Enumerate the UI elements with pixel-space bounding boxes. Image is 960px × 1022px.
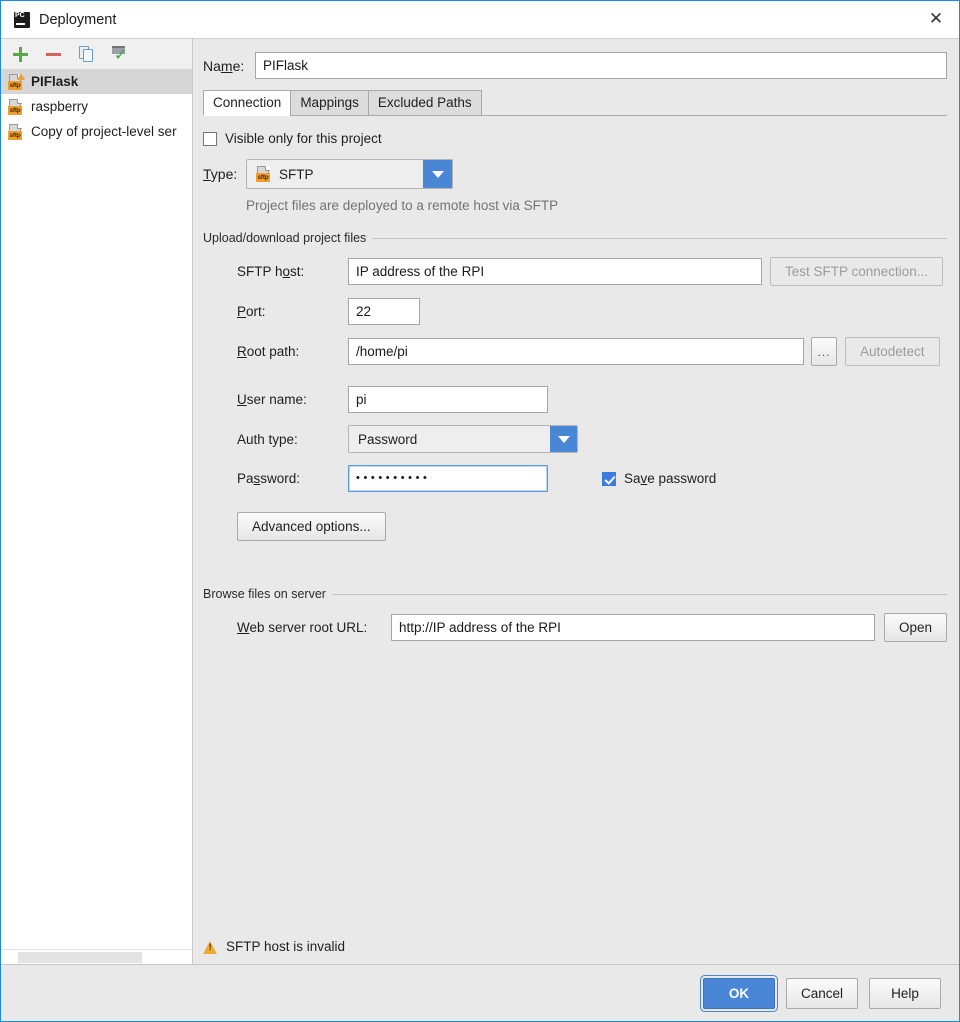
chevron-down-icon	[550, 426, 577, 452]
sftp-icon: sftp	[256, 166, 272, 182]
save-password-checkbox[interactable]	[602, 472, 616, 486]
group-title-text: Upload/download project files	[203, 231, 366, 245]
group-title-text: Browse files on server	[203, 587, 326, 601]
deployment-dialog: Deployment ✕ ✓	[0, 0, 960, 1022]
validation-text: SFTP host is invalid	[226, 939, 345, 954]
dialog-footer: OK Cancel Help	[1, 964, 959, 1021]
test-sftp-connection-button[interactable]: Test SFTP connection...	[770, 257, 943, 286]
green-check-icon: ✓	[111, 46, 128, 62]
password-label: Password:	[237, 471, 348, 486]
dialog-body: ✓ sftp PIFlask sftp ra	[1, 39, 959, 964]
sidebar-toolbar: ✓	[1, 39, 192, 69]
connection-tab-content: Visible only for this project Type: sftp…	[193, 116, 959, 964]
list-item-label: PIFlask	[31, 74, 78, 89]
auth-type-select[interactable]: Password	[348, 425, 578, 453]
browse-files-group: Browse files on server Web server root U…	[203, 587, 947, 642]
type-label: Type:	[203, 166, 246, 182]
sftp-host-label: SFTP host:	[237, 264, 348, 279]
close-icon: ✕	[929, 11, 943, 28]
browse-files-group-title: Browse files on server	[203, 587, 947, 601]
password-row: Password: •••••••••• Save password	[203, 465, 947, 492]
autodetect-button[interactable]: Autodetect	[845, 337, 940, 366]
name-input[interactable]: PIFlask	[255, 52, 947, 79]
window-title: Deployment	[39, 12, 116, 28]
set-default-button[interactable]: ✓	[107, 42, 132, 66]
copy-icon	[79, 46, 95, 62]
port-label: Port:	[237, 304, 348, 319]
visible-only-checkbox[interactable]	[203, 132, 217, 146]
scrollbar-thumb[interactable]	[18, 952, 142, 963]
group-divider	[332, 594, 947, 595]
user-name-row: User name: pi	[203, 386, 947, 413]
remove-server-button[interactable]	[41, 42, 66, 66]
sftp-server-icon: sftp	[8, 124, 24, 140]
tab-connection[interactable]: Connection	[203, 90, 290, 116]
ok-button[interactable]: OK	[703, 978, 775, 1009]
close-button[interactable]: ✕	[913, 1, 959, 37]
server-list-sidebar: ✓ sftp PIFlask sftp ra	[1, 39, 193, 964]
visible-only-label: Visible only for this project	[225, 131, 382, 146]
type-row: Type: sftp SFTP	[203, 159, 947, 189]
sftp-host-row: SFTP host: IP address of the RPI Test SF…	[203, 257, 947, 286]
list-item[interactable]: sftp PIFlask	[1, 69, 192, 94]
upload-download-group: Upload/download project files SFTP host:…	[203, 231, 947, 541]
visible-only-row: Visible only for this project	[203, 131, 947, 146]
type-select[interactable]: sftp SFTP	[246, 159, 453, 189]
open-url-button[interactable]: Open	[884, 613, 947, 642]
port-row: Port: 22	[203, 298, 947, 325]
tab-mappings[interactable]: Mappings	[290, 90, 368, 116]
save-password-label: Save password	[624, 471, 716, 486]
horizontal-scrollbar[interactable]	[1, 949, 192, 964]
user-name-input[interactable]: pi	[348, 386, 548, 413]
type-value: SFTP	[279, 167, 314, 182]
list-item[interactable]: sftp Copy of project-level ser	[1, 119, 192, 144]
title-bar: Deployment ✕	[1, 1, 959, 39]
list-item[interactable]: sftp raspberry	[1, 94, 192, 119]
sftp-server-icon: sftp	[8, 99, 24, 115]
advanced-options-row: Advanced options...	[203, 512, 947, 541]
password-input[interactable]: ••••••••••	[348, 465, 548, 492]
root-path-row: Root path: /home/pi ... Autodetect	[203, 337, 947, 366]
sftp-host-input[interactable]: IP address of the RPI	[348, 258, 762, 285]
server-list: sftp PIFlask sftp raspberry sftp	[1, 69, 192, 964]
browse-root-path-button[interactable]: ...	[811, 337, 837, 366]
group-divider	[372, 238, 947, 239]
user-name-label: User name:	[237, 392, 348, 407]
minus-icon	[46, 53, 61, 56]
add-server-button[interactable]	[8, 42, 33, 66]
web-url-input[interactable]: http://IP address of the RPI	[391, 614, 875, 641]
upload-download-group-title: Upload/download project files	[203, 231, 947, 245]
auth-type-value: Password	[349, 432, 550, 447]
root-path-input[interactable]: /home/pi	[348, 338, 804, 365]
settings-tabs: Connection Mappings Excluded Paths	[193, 90, 959, 116]
root-path-label: Root path:	[237, 344, 348, 359]
auth-type-label: Auth type:	[237, 432, 348, 447]
web-url-row: Web server root URL: http://IP address o…	[203, 613, 947, 642]
port-input[interactable]: 22	[348, 298, 420, 325]
sftp-server-warning-icon: sftp	[8, 74, 24, 90]
name-label: Name:	[203, 58, 255, 74]
name-row: Name: PIFlask	[193, 39, 959, 79]
advanced-options-button[interactable]: Advanced options...	[237, 512, 386, 541]
chevron-down-icon	[423, 160, 452, 188]
list-item-label: raspberry	[31, 99, 88, 114]
plus-icon	[13, 47, 28, 62]
server-settings-panel: Name: PIFlask Connection Mappings Exclud…	[193, 39, 959, 964]
copy-server-button[interactable]	[74, 42, 99, 66]
validation-message: SFTP host is invalid	[203, 939, 345, 954]
web-url-label: Web server root URL:	[237, 620, 391, 635]
list-item-label: Copy of project-level ser	[31, 124, 177, 139]
pycharm-logo-icon	[14, 12, 30, 28]
warning-triangle-icon	[203, 940, 218, 954]
type-hint: Project files are deployed to a remote h…	[246, 198, 947, 213]
cancel-button[interactable]: Cancel	[786, 978, 858, 1009]
help-button[interactable]: Help	[869, 978, 941, 1009]
tab-excluded-paths[interactable]: Excluded Paths	[368, 90, 482, 116]
auth-type-row: Auth type: Password	[203, 425, 947, 453]
